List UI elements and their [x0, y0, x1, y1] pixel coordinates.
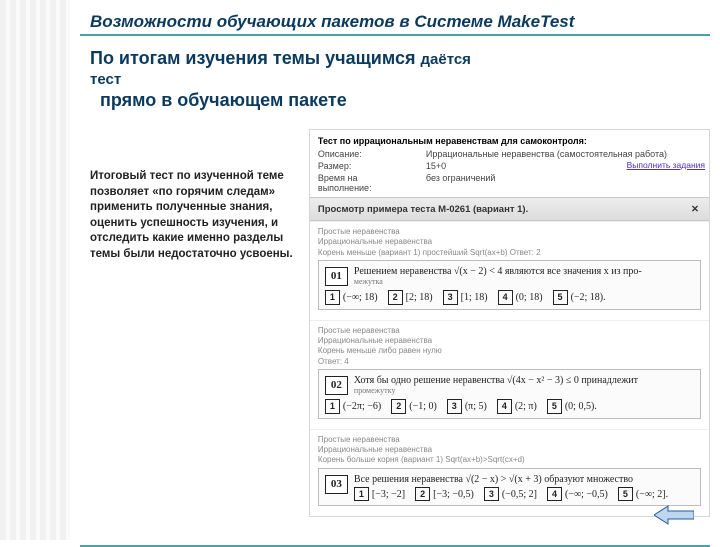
answer-option[interactable]: 1[−3; −2] [354, 487, 405, 501]
decorative-strip [0, 0, 70, 540]
answer-option[interactable]: 2[2; 18) [388, 290, 433, 304]
option-key: 4 [498, 290, 513, 304]
app-header-title: Тест по иррациональным неравенствам для … [318, 136, 701, 146]
option-key: 5 [618, 487, 633, 501]
option-key: 3 [443, 290, 458, 304]
question-stem: 02Хотя бы одно решение неравенства √(4x … [318, 369, 701, 418]
answer-option[interactable]: 2[−3; −0,5) [415, 487, 474, 501]
answer-option[interactable]: 4(−∞; −0,5) [547, 487, 608, 501]
option-key: 2 [388, 290, 403, 304]
meta-row: Время на выполнение:без ограничений [318, 173, 701, 193]
option-text: [−3; −0,5) [433, 488, 474, 502]
prev-arrow-button[interactable] [654, 504, 694, 526]
answer-option[interactable]: 5(−∞; 2]. [618, 487, 668, 501]
answer-option[interactable]: 1(−∞; 18) [325, 290, 378, 304]
option-key: 3 [484, 487, 499, 501]
question-stem: 03Все решения неравенства √(2 − x) > √(x… [318, 468, 701, 507]
answer-options: 1[−3; −2] 2[−3; −0,5) 3(−0,5; 2] 4(−∞; −0,5… [354, 487, 694, 501]
option-key: 5 [553, 290, 568, 304]
option-key: 2 [391, 399, 406, 413]
option-text: [−3; −2] [372, 488, 405, 502]
option-text: (−2π; −6) [343, 400, 381, 414]
slide-content: Возможности обучающих пакетов в Системе … [80, 12, 710, 532]
question-tags: Простые неравенстваИррациональные нераве… [318, 326, 701, 368]
option-key: 1 [325, 290, 340, 304]
question-tags: Простые неравенстваИррациональные нераве… [318, 435, 701, 466]
option-key: 1 [354, 487, 369, 501]
answer-options: 1(−∞; 18) 2[2; 18) 3[1; 18) 4(0; 18) 5(−2; 1… [325, 290, 694, 304]
option-text: (−0,5; 2] [502, 488, 537, 502]
question-number: 03 [325, 475, 348, 494]
option-key: 1 [325, 399, 340, 413]
option-text: (−∞; 18) [343, 291, 378, 305]
question-number: 01 [325, 267, 348, 286]
subtitle: По итогам изучения темы учащимся даётся … [80, 48, 710, 111]
option-text: (−1; 0) [409, 400, 437, 414]
option-text: [1; 18) [461, 291, 488, 305]
answer-option[interactable]: 2(−1; 0) [391, 399, 437, 413]
stem-continuation: промежутку [327, 386, 694, 397]
option-text: (−∞; −0,5) [565, 488, 608, 502]
option-key: 5 [547, 399, 562, 413]
stem-continuation: межутка [327, 277, 694, 288]
question-block: Простые неравенстваИррациональные нераве… [310, 429, 709, 517]
option-text: (0; 0,5). [565, 400, 597, 414]
option-text: (π; 5) [465, 400, 487, 414]
option-key: 2 [415, 487, 430, 501]
option-text: [2; 18) [406, 291, 433, 305]
answer-option[interactable]: 5(−2; 18). [553, 290, 606, 304]
close-icon[interactable]: ✕ [689, 203, 701, 215]
question-block: Простые неравенстваИррациональные нераве… [310, 320, 709, 429]
option-text: (−2; 18). [571, 291, 606, 305]
answer-option[interactable]: 4(0; 18) [498, 290, 543, 304]
answer-option[interactable]: 3(π; 5) [447, 399, 487, 413]
option-key: 3 [447, 399, 462, 413]
option-key: 4 [547, 487, 562, 501]
preview-bar: Просмотр примера теста М-0261 (вариант 1… [310, 197, 709, 221]
answer-option[interactable]: 3(−0,5; 2] [484, 487, 537, 501]
question-stem: 01Решением неравенства √(x − 2) < 4 явля… [318, 260, 701, 309]
app-window: Тест по иррациональным неравенствам для … [309, 129, 710, 517]
question-tags: Простые неравенстваИррациональные нераве… [318, 227, 701, 258]
option-text: (2; π) [515, 400, 537, 414]
question-number: 02 [325, 376, 348, 395]
meta-row: Описание:Иррациональные неравенства (сам… [318, 149, 701, 159]
option-key: 4 [497, 399, 512, 413]
body-row: Итоговый тест по изученной теме позволяе… [80, 129, 710, 517]
run-tasks-link[interactable]: Выполнить задания [627, 160, 705, 170]
option-text: (−∞; 2]. [636, 488, 668, 502]
question-block: Простые неравенстваИррациональные нераве… [310, 221, 709, 320]
answer-option[interactable]: 3[1; 18) [443, 290, 488, 304]
answer-options: 1(−2π; −6) 2(−1; 0) 3(π; 5) 4(2; π) 5(0; 0,5… [325, 399, 694, 413]
description-text: Итоговый тест по изученной теме позволяе… [80, 129, 299, 517]
answer-option[interactable]: 5(0; 0,5). [547, 399, 597, 413]
subtitle-line2: прямо в обучающем пакете [90, 90, 710, 111]
answer-option[interactable]: 1(−2π; −6) [325, 399, 381, 413]
option-text: (0; 18) [516, 291, 543, 305]
subtitle-test: тест [90, 71, 710, 88]
subtitle-line1: По итогам изучения темы учащимся даётся [90, 48, 471, 68]
page-title: Возможности обучающих пакетов в Системе … [80, 12, 710, 36]
answer-option[interactable]: 4(2; π) [497, 399, 537, 413]
